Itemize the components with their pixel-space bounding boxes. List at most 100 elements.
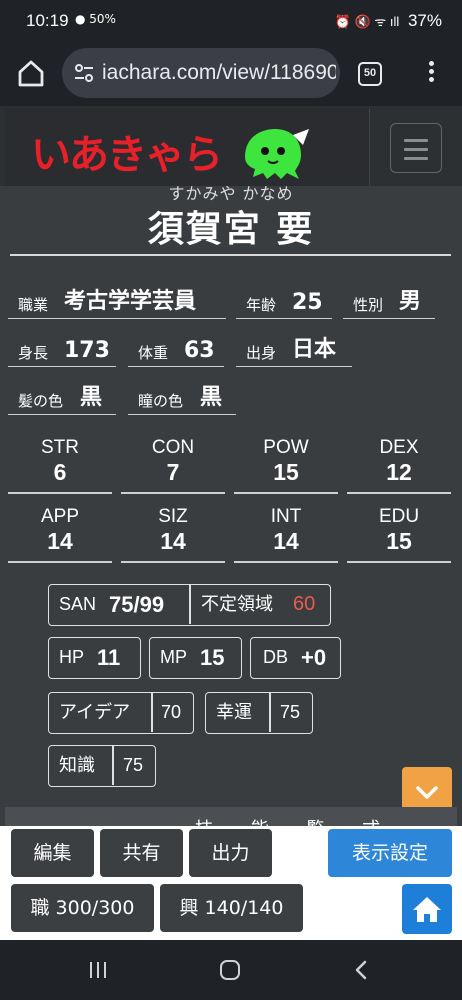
gender-value: 男 bbox=[399, 289, 422, 314]
origin-label: 出身 bbox=[246, 344, 277, 362]
height-value: 173 bbox=[64, 338, 110, 363]
eye-color-label: 瞳の色 bbox=[138, 392, 184, 410]
eye-color-value: 黒 bbox=[200, 385, 223, 410]
stat-name: INT bbox=[270, 506, 302, 527]
db-value: +0 bbox=[301, 645, 327, 670]
browser-home-icon[interactable] bbox=[14, 56, 48, 90]
field-hair-color: 髪の色 黒 bbox=[8, 383, 116, 415]
san-box: SAN 75/99 不定領域 60 bbox=[48, 584, 331, 626]
field-eye-color: 瞳の色 黒 bbox=[128, 383, 236, 415]
site-settings-icon[interactable] bbox=[74, 63, 94, 83]
back-icon[interactable] bbox=[350, 959, 372, 981]
stat-name: POW bbox=[263, 437, 309, 458]
stat-siz: SIZ 14 bbox=[121, 501, 225, 563]
stat-name: STR bbox=[41, 437, 79, 458]
status-time: 10:19 bbox=[26, 11, 69, 30]
idea-label: アイデア bbox=[59, 702, 131, 723]
hp-label: HP bbox=[59, 647, 85, 667]
stat-dex: DEX 12 bbox=[347, 432, 451, 494]
stat-con: CON 7 bbox=[121, 432, 225, 494]
home-icon bbox=[413, 897, 441, 922]
browser-menu-icon[interactable] bbox=[424, 58, 438, 90]
edit-button[interactable]: 編集 bbox=[11, 829, 94, 877]
system-icons: ⏰ 🔇 ᯤ ıll bbox=[334, 14, 400, 29]
stat-name: SIZ bbox=[158, 506, 188, 527]
logo-wordmark: いあきゃら bbox=[31, 132, 223, 178]
hp-box: HP 11 bbox=[48, 637, 141, 679]
field-age: 年齢 25 bbox=[236, 287, 332, 319]
status-bar: 10:19 ● 50% ⏰ 🔇 ᯤ ıll 37% bbox=[0, 0, 462, 42]
tab-switcher-button[interactable]: 50 bbox=[358, 62, 382, 86]
san-value: 75/99 bbox=[109, 592, 165, 617]
stat-name: CON bbox=[151, 437, 195, 458]
output-button[interactable]: 出力 bbox=[189, 829, 272, 877]
stat-value: 12 bbox=[386, 459, 412, 485]
field-origin: 出身 日本 bbox=[236, 335, 352, 367]
field-height: 身長 173 bbox=[8, 335, 116, 367]
height-label: 身長 bbox=[18, 344, 49, 362]
stat-value: 14 bbox=[273, 528, 299, 554]
knowledge-value: 75 bbox=[123, 755, 144, 775]
stat-str: STR 6 bbox=[8, 432, 112, 494]
hair-color-label: 髪の色 bbox=[18, 392, 64, 410]
mp-value: 15 bbox=[200, 645, 225, 670]
notification-icons: ● 50% bbox=[75, 12, 116, 26]
stat-edu: EDU 15 bbox=[347, 501, 451, 563]
recent-apps-icon[interactable] bbox=[90, 962, 111, 982]
hair-color-value: 黒 bbox=[80, 385, 103, 410]
stat-value: 15 bbox=[273, 459, 299, 485]
occupation-value: 考古学学芸員 bbox=[64, 289, 197, 314]
display-settings-button[interactable]: 表示設定 bbox=[328, 829, 452, 877]
idea-value: 70 bbox=[161, 702, 182, 722]
db-box: DB +0 bbox=[250, 637, 341, 679]
luck-box: 幸運 75 bbox=[205, 692, 313, 734]
indefinite-label: 不定領域 bbox=[201, 594, 273, 615]
age-value: 25 bbox=[292, 290, 323, 315]
mp-box: MP 15 bbox=[149, 637, 242, 679]
gender-label: 性別 bbox=[353, 296, 384, 314]
interest-points-button[interactable]: 興 140/140 bbox=[160, 884, 303, 932]
status-right: ⏰ 🔇 ᯤ ıll 37% bbox=[335, 11, 442, 31]
field-gender: 性別 男 bbox=[343, 287, 435, 319]
stat-name: APP bbox=[40, 506, 80, 527]
field-weight: 体重 63 bbox=[128, 335, 224, 367]
field-occupation: 職業 考古学学芸員 bbox=[8, 287, 226, 319]
url-text[interactable]: iachara.com/view/11869035 bbox=[102, 61, 336, 85]
character-name: 須賀宮 要 bbox=[147, 209, 315, 250]
site-logo[interactable]: いあきゃら bbox=[5, 109, 370, 186]
system-nav-bar bbox=[0, 940, 462, 1000]
ghost-mascot-icon bbox=[245, 129, 309, 179]
stat-int: INT 14 bbox=[234, 501, 338, 563]
mp-label: MP bbox=[160, 647, 187, 667]
occupation-label: 職業 bbox=[18, 296, 49, 314]
knowledge-box: 知識 75 bbox=[48, 745, 156, 787]
stat-app: APP 14 bbox=[8, 501, 112, 563]
stat-value: 6 bbox=[53, 459, 67, 485]
action-bar: 編集 共有 出力 表示設定 職 300/300 興 140/140 bbox=[0, 826, 462, 940]
system-home-icon[interactable] bbox=[220, 960, 240, 980]
section-header-partial: 技 能 覧 式 bbox=[5, 807, 457, 840]
origin-value: 日本 bbox=[292, 337, 337, 362]
idea-box: アイデア 70 bbox=[48, 692, 194, 734]
address-bar[interactable]: iachara.com/view/11869035 bbox=[62, 48, 340, 98]
stat-name: DEX bbox=[379, 437, 419, 458]
stat-value: 7 bbox=[166, 459, 180, 485]
weight-value: 63 bbox=[184, 338, 215, 363]
stat-value: 15 bbox=[386, 528, 412, 554]
weight-label: 体重 bbox=[138, 344, 169, 362]
db-label: DB bbox=[263, 647, 289, 667]
luck-value: 75 bbox=[280, 702, 301, 722]
browser-toolbar: iachara.com/view/11869035 50 bbox=[0, 42, 462, 106]
stat-name: EDU bbox=[378, 506, 420, 527]
san-label: SAN bbox=[59, 594, 97, 614]
share-button[interactable]: 共有 bbox=[100, 829, 183, 877]
hp-value: 11 bbox=[97, 645, 121, 670]
indefinite-value: 60 bbox=[293, 593, 316, 615]
divider bbox=[10, 254, 451, 256]
stat-value: 14 bbox=[160, 528, 186, 554]
home-button[interactable] bbox=[402, 884, 452, 934]
occupation-points-button[interactable]: 職 300/300 bbox=[11, 884, 154, 932]
hamburger-menu-button[interactable] bbox=[390, 123, 442, 173]
battery-level: 37% bbox=[407, 11, 442, 30]
knowledge-label: 知識 bbox=[59, 755, 95, 776]
